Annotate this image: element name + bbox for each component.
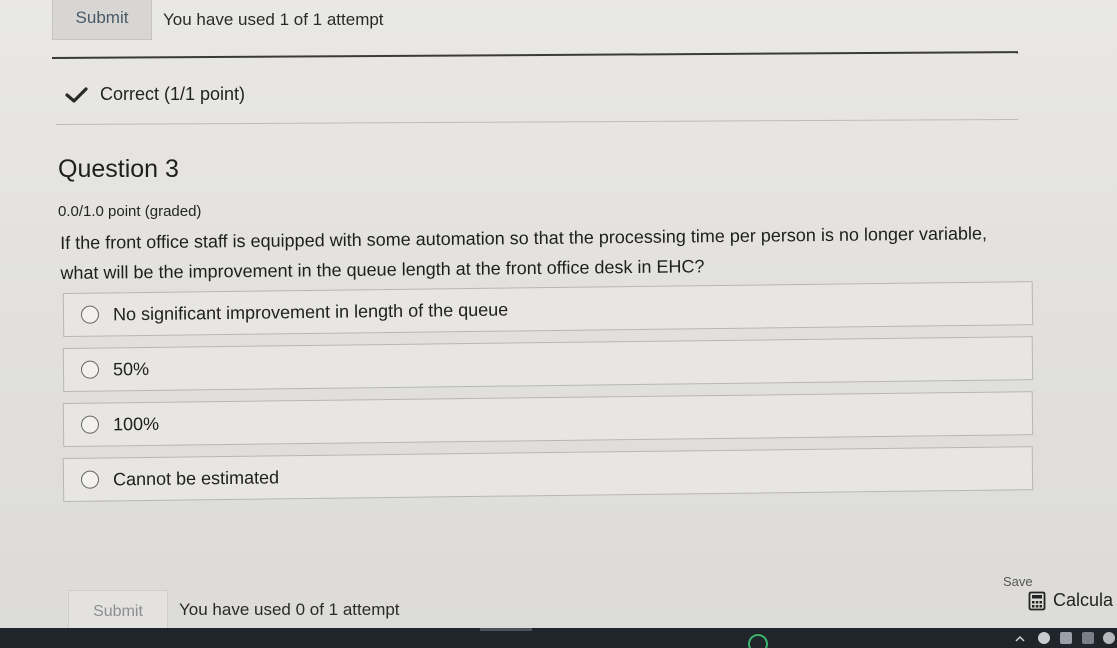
top-attempts-text: You have used 1 of 1 attempt	[163, 10, 384, 29]
answer-option-2[interactable]: 50%	[62, 336, 1034, 392]
previous-result: Correct (1/1 point)	[64, 84, 245, 105]
taskbar-app-icon[interactable]	[748, 634, 768, 648]
radio-button[interactable]	[80, 360, 100, 379]
taskbar-highlight	[480, 628, 532, 631]
radio-button[interactable]	[80, 415, 100, 434]
tray-icon[interactable]	[1038, 632, 1050, 644]
question-prompt: If the front office staff is equipped wi…	[60, 223, 988, 283]
question-score: 0.0/1.0 point (graded)	[58, 203, 202, 220]
calculator-icon	[1028, 591, 1046, 611]
os-taskbar	[0, 628, 1117, 648]
tray-icon[interactable]	[1060, 632, 1072, 644]
tray-icon[interactable]	[1103, 632, 1115, 644]
radio-button[interactable]	[80, 470, 100, 489]
save-button[interactable]: Save	[1003, 574, 1033, 589]
top-submit-button[interactable]: Submit	[52, 0, 152, 40]
attempts-text: You have used 0 of 1 attempt	[179, 600, 400, 619]
answer-options: No significant improvement in length of …	[62, 281, 1034, 513]
chevron-up-icon[interactable]	[1015, 634, 1025, 644]
question-title: Question 3	[58, 155, 179, 183]
check-icon	[64, 85, 90, 105]
answer-option-4[interactable]: Cannot be estimated	[62, 446, 1034, 502]
option-label: Cannot be estimated	[112, 466, 280, 489]
result-text: Correct (1/1 point)	[100, 84, 246, 104]
answer-option-3[interactable]: 100%	[62, 391, 1034, 447]
calculator-button[interactable]: Calcula	[1028, 590, 1113, 611]
option-label: 100%	[112, 413, 160, 434]
radio-button[interactable]	[80, 305, 100, 324]
tray-icon[interactable]	[1082, 632, 1094, 644]
option-label: 50%	[112, 358, 150, 379]
option-label: No significant improvement in length of …	[112, 299, 509, 324]
calculator-label: Calcula	[1053, 590, 1114, 610]
